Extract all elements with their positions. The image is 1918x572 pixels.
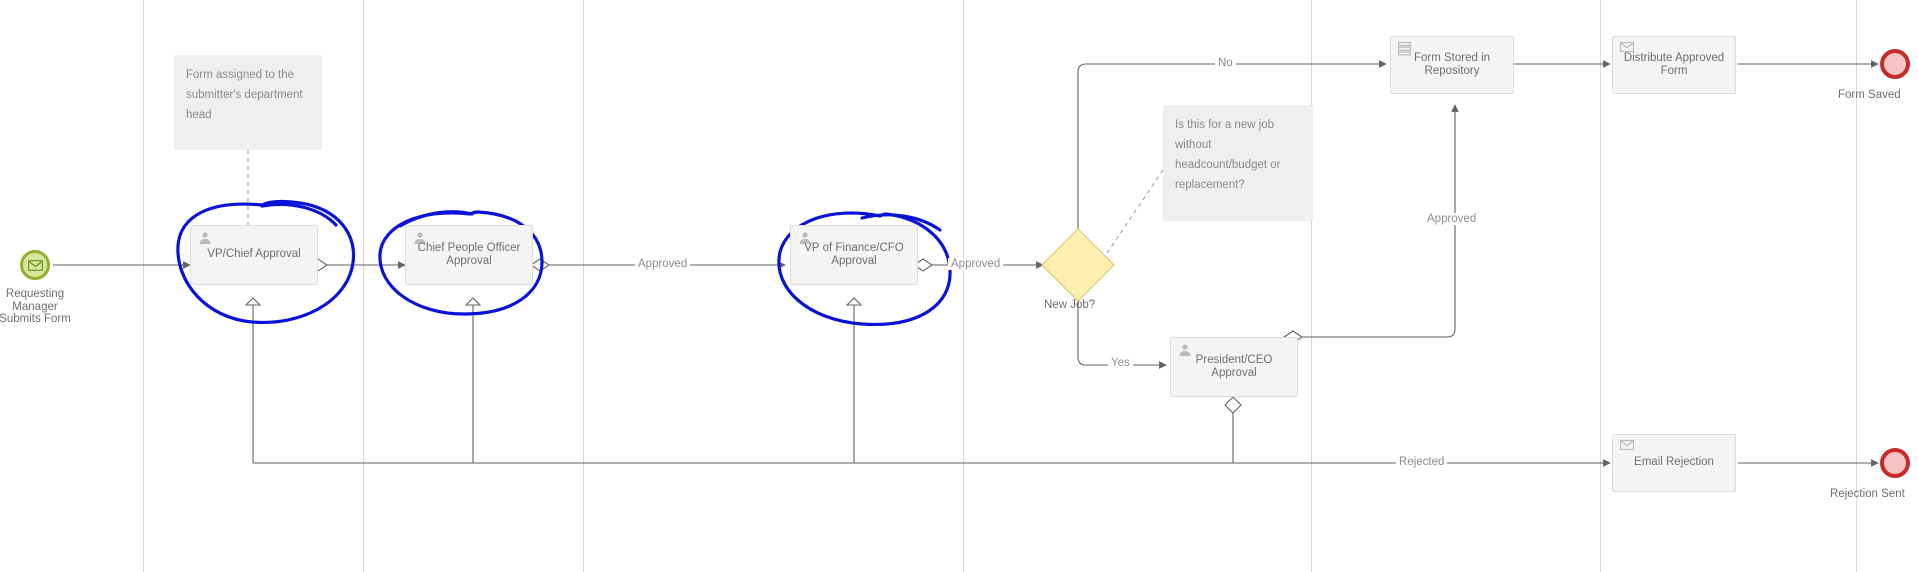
end-event-rejection-sent[interactable]: [1880, 448, 1910, 478]
task-distribute-approved-form[interactable]: Distribute Approved Form: [1612, 36, 1736, 94]
flow-label-rejected: Rejected: [1396, 456, 1448, 468]
user-icon: [1178, 343, 1192, 357]
task-label: Email Rejection: [1634, 456, 1714, 469]
user-icon: [798, 231, 812, 245]
user-icon: [413, 231, 427, 245]
service-icon: [1398, 42, 1412, 56]
annotation-form-assignment: Form assigned to the submitter's departm…: [174, 55, 322, 150]
gateway-new-job[interactable]: [1041, 228, 1115, 302]
envelope-icon: [1620, 440, 1634, 454]
lane-divider: [1311, 0, 1312, 572]
flow-label-approved-cfo-to-gateway: Approved: [948, 258, 1004, 270]
lane-divider: [963, 0, 964, 572]
task-president-ceo-approval[interactable]: President/CEO Approval: [1170, 337, 1298, 397]
task-label: VP of Finance/CFO Approval: [804, 241, 904, 268]
lane-divider: [583, 0, 584, 572]
end-event-form-saved[interactable]: [1880, 49, 1910, 79]
task-label: Chief People Officer Approval: [417, 241, 521, 268]
lane-divider: [363, 0, 364, 572]
gateway-label: New Job?: [1044, 299, 1096, 311]
lane-divider: [1600, 0, 1601, 572]
flow-label-no: No: [1215, 57, 1236, 69]
user-icon: [198, 231, 212, 245]
task-chief-people-officer-approval[interactable]: Chief People Officer Approval: [405, 225, 533, 285]
task-vp-chief-approval[interactable]: VP/Chief Approval: [190, 225, 318, 285]
start-event[interactable]: [20, 250, 50, 280]
annotation-new-job-question: Is this for a new job without headcount/…: [1163, 105, 1313, 221]
envelope-icon: [1620, 42, 1634, 56]
lane-divider: [1856, 0, 1857, 572]
envelope-icon: [27, 259, 43, 271]
flow-label-yes: Yes: [1108, 357, 1133, 369]
flow-label-approved-ceo: Approved: [1424, 213, 1480, 225]
task-label: VP/Chief Approval: [207, 248, 301, 261]
start-event-label: Requesting Manager Submits Form: [0, 288, 71, 325]
task-label: Distribute Approved Form: [1623, 51, 1725, 78]
lane-divider: [143, 0, 144, 572]
task-email-rejection[interactable]: Email Rejection: [1612, 434, 1736, 492]
bpmn-diagram-canvas[interactable]: Requesting Manager Submits Form VP/Chief…: [0, 0, 1918, 572]
end-event-label: Form Saved: [1838, 89, 1901, 101]
task-form-stored-in-repository[interactable]: Form Stored in Repository: [1390, 36, 1514, 94]
task-label: Form Stored in Repository: [1413, 51, 1491, 78]
task-label: President/CEO Approval: [1195, 353, 1273, 380]
flow-label-approved-cpo-to-cfo: Approved: [635, 258, 691, 270]
end-event-label: Rejection Sent: [1830, 488, 1905, 500]
task-vp-finance-cfo-approval[interactable]: VP of Finance/CFO Approval: [790, 225, 918, 285]
